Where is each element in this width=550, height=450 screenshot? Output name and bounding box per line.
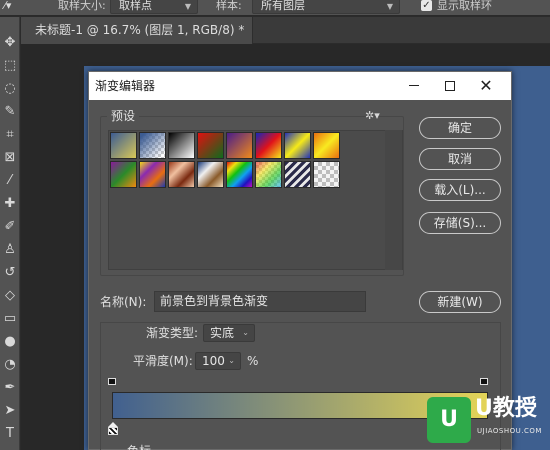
preset-swatch-transparent-stripes[interactable]: [284, 161, 311, 188]
chevron-down-icon: ⌄: [242, 328, 249, 337]
eyedropper-icon[interactable]: ⁄: [2, 173, 18, 189]
presets-grid: [108, 130, 403, 270]
save-button[interactable]: 存储(S)...: [419, 212, 501, 234]
chevron-down-icon: ▼: [386, 2, 393, 11]
sample-select[interactable]: 所有图层 ▼: [252, 0, 400, 14]
opacity-stop-left[interactable]: [108, 378, 116, 388]
document-tab-title: 未标题-1 @ 16.7% (图层 1, RGB/8) *: [35, 23, 245, 37]
color-stop-left[interactable]: [108, 422, 118, 436]
lasso-icon[interactable]: ◌: [2, 81, 18, 97]
preset-swatch-violet-green-orange[interactable]: [110, 161, 137, 188]
dialog-titlebar[interactable]: 渐变编辑器 ✕: [89, 72, 511, 100]
load-button[interactable]: 载入(L)...: [419, 179, 501, 201]
sample-size-label: 取样大小:: [58, 0, 106, 12]
preset-swatch-foreground-to-background[interactable]: [110, 132, 137, 159]
move-icon[interactable]: ✥: [2, 35, 18, 51]
close-button[interactable]: ✕: [468, 72, 504, 100]
history-brush-icon[interactable]: ↺: [2, 265, 18, 281]
marquee-icon[interactable]: ⬚: [2, 58, 18, 74]
preset-swatch-transparent-checker[interactable]: [313, 161, 340, 188]
watermark-url: UJIAOSHOU.COM: [477, 427, 542, 435]
minimize-icon: [409, 85, 419, 86]
brush-icon[interactable]: ✐: [2, 219, 18, 235]
document-tab[interactable]: 未标题-1 @ 16.7% (图层 1, RGB/8) *: [21, 17, 253, 44]
preset-swatch-foreground-to-transparent[interactable]: [139, 132, 166, 159]
healing-icon[interactable]: ✚: [2, 196, 18, 212]
preset-swatch-black-white[interactable]: [168, 132, 195, 159]
type-icon[interactable]: T: [2, 426, 18, 442]
smoothness-value: 100: [202, 354, 225, 368]
blur-icon[interactable]: ●: [2, 334, 18, 350]
tools-panel: ✥ ⬚ ◌ ✎ ⌗ ⊠ ⁄ ✚ ✐ ♙ ↺ ◇ ▭ ● ◔ ✒ ➤ T: [0, 17, 20, 450]
show-ring-label: 显示取样环: [437, 0, 492, 12]
magic-wand-icon[interactable]: ✎: [2, 104, 18, 120]
minimize-button[interactable]: [396, 72, 432, 100]
chevron-down-icon: ⌄: [228, 356, 235, 365]
name-input[interactable]: 前景色到背景色渐变: [154, 291, 366, 312]
show-ring-checkbox[interactable]: ✓: [421, 0, 432, 11]
gradient-type-select[interactable]: 实底 ⌄: [203, 324, 255, 342]
sample-label: 样本:: [216, 0, 242, 12]
gradient-type-value: 实底: [210, 326, 235, 340]
pen-icon[interactable]: ✒: [2, 380, 18, 396]
maximize-icon: [445, 80, 455, 91]
preset-swatch-yellow-violet-orange-blue[interactable]: [139, 161, 166, 188]
preset-swatch-copper[interactable]: [168, 161, 195, 188]
preset-swatch-blue-red-yellow[interactable]: [255, 132, 282, 159]
path-select-icon[interactable]: ➤: [2, 403, 18, 419]
preset-swatch-orange-yellow-orange[interactable]: [313, 132, 340, 159]
ok-button[interactable]: 确定: [419, 117, 501, 139]
stamp-icon[interactable]: ♙: [2, 242, 18, 258]
preset-swatch-transparent-rainbow[interactable]: [255, 161, 282, 188]
eyedropper-preset-icon[interactable]: ⁄▾: [4, 0, 24, 14]
eraser-icon[interactable]: ◇: [2, 288, 18, 304]
cancel-button[interactable]: 取消: [419, 148, 501, 170]
options-bar: ⁄▾ 取样大小: 取样点 ▼ 样本: 所有图层 ▼ ✓ 显示取样环: [0, 0, 550, 16]
dodge-icon[interactable]: ◔: [2, 357, 18, 373]
gradient-icon[interactable]: ▭: [2, 311, 18, 327]
sample-size-select[interactable]: 取样点 ▼: [110, 0, 198, 14]
smoothness-input[interactable]: 100 ⌄: [195, 352, 241, 370]
presets-scrollbar[interactable]: [385, 130, 402, 270]
name-label: 名称(N):: [100, 295, 147, 309]
sample-value: 所有图层: [261, 0, 305, 12]
preset-swatch-spectrum[interactable]: [226, 161, 253, 188]
crop-icon[interactable]: ⌗: [2, 127, 18, 143]
sample-size-value: 取样点: [119, 0, 152, 12]
watermark-logo: U U教授 UJIAOSHOU.COM: [423, 391, 550, 450]
color-stops-label: 色标: [127, 442, 151, 450]
smoothness-label: 平滑度(M):: [133, 354, 193, 368]
presets-label: 预设: [107, 109, 140, 123]
dialog-title: 渐变编辑器: [95, 79, 156, 93]
gradient-type-label: 渐变类型:: [146, 326, 199, 340]
preset-swatch-blue-yellow-blue[interactable]: [284, 132, 311, 159]
watermark-brand: U教授: [475, 396, 537, 421]
maximize-button[interactable]: [432, 72, 468, 100]
smoothness-unit: %: [247, 354, 259, 368]
preset-swatch-chrome[interactable]: [197, 161, 224, 188]
preset-swatch-red-green[interactable]: [197, 132, 224, 159]
document-tabbar: 未标题-1 @ 16.7% (图层 1, RGB/8) *: [21, 17, 550, 44]
frame-icon[interactable]: ⊠: [2, 150, 18, 166]
preset-swatch-violet-orange[interactable]: [226, 132, 253, 159]
close-icon: ✕: [479, 76, 493, 95]
new-button[interactable]: 新建(W): [419, 291, 501, 313]
opacity-stop-right[interactable]: [480, 378, 488, 388]
watermark-icon: U: [427, 397, 471, 443]
chevron-down-icon: ▼: [184, 2, 191, 11]
gear-icon[interactable]: ✲▾: [365, 110, 380, 122]
